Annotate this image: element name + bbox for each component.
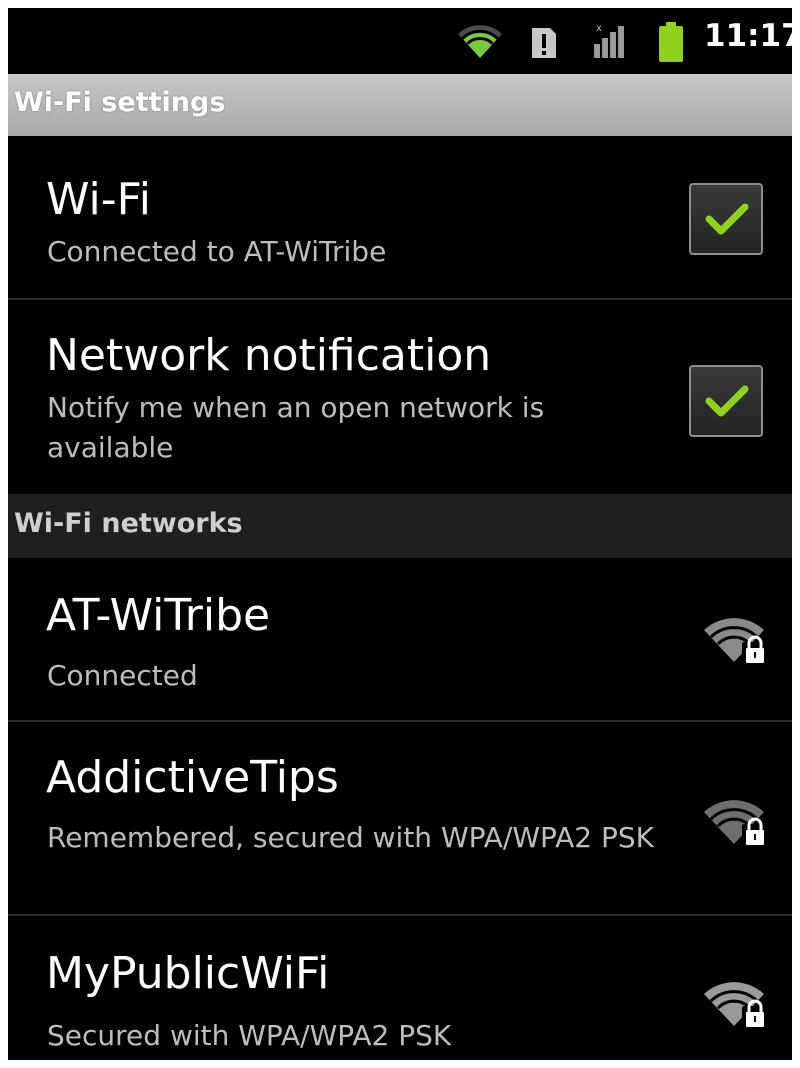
wifi-lock-icon xyxy=(702,798,770,852)
checkmark-icon xyxy=(705,385,749,417)
network-status: Remembered, secured with WPA/WPA2 PSK xyxy=(47,821,654,854)
setting-row-network-notification[interactable]: Network notification Notify me when an o… xyxy=(8,300,792,494)
setting-summary: Connected to AT-WiTribe xyxy=(47,235,387,268)
network-ssid: AddictiveTips xyxy=(46,752,339,803)
network-row-mypublicwifi[interactable]: MyPublicWiFi Secured with WPA/WPA2 PSK xyxy=(8,916,792,1060)
network-notification-checkbox[interactable] xyxy=(689,365,763,437)
wifi-lock-icon xyxy=(702,616,770,670)
clock: 11:17 xyxy=(704,18,792,54)
wifi-signal-icon xyxy=(456,24,504,64)
network-ssid: MyPublicWiFi xyxy=(46,948,330,999)
network-ssid: AT-WiTribe xyxy=(46,590,271,641)
setting-title: Wi-Fi xyxy=(46,174,151,225)
wifi-checkbox[interactable] xyxy=(689,183,763,255)
setting-title: Network notification xyxy=(46,330,492,381)
wifi-networks-header: Wi-Fi networks xyxy=(8,494,792,558)
phone-screen: x 11:17 Wi-Fi settings Wi-Fi Connected t… xyxy=(8,8,792,1060)
cell-signal-icon: x xyxy=(590,22,634,64)
category-title: Wi-Fi networks xyxy=(14,508,243,539)
network-status: Connected xyxy=(47,659,198,692)
setting-summary: Notify me when an open network is availa… xyxy=(47,391,545,464)
status-bar: x 11:17 xyxy=(8,8,792,74)
network-row-at-witribe[interactable]: AT-WiTribe Connected xyxy=(8,558,792,720)
wifi-lock-icon xyxy=(702,980,770,1034)
network-row-addictivetips[interactable]: AddictiveTips Remembered, secured with W… xyxy=(8,722,792,914)
sim-alert-icon xyxy=(530,26,558,64)
setting-row-wifi[interactable]: Wi-Fi Connected to AT-WiTribe xyxy=(8,136,792,298)
network-status: Secured with WPA/WPA2 PSK xyxy=(47,1019,452,1052)
svg-text:x: x xyxy=(596,23,602,34)
page-title: Wi-Fi settings xyxy=(14,87,226,118)
battery-icon xyxy=(656,22,686,68)
title-bar: Wi-Fi settings xyxy=(8,74,792,136)
checkmark-icon xyxy=(705,203,749,235)
